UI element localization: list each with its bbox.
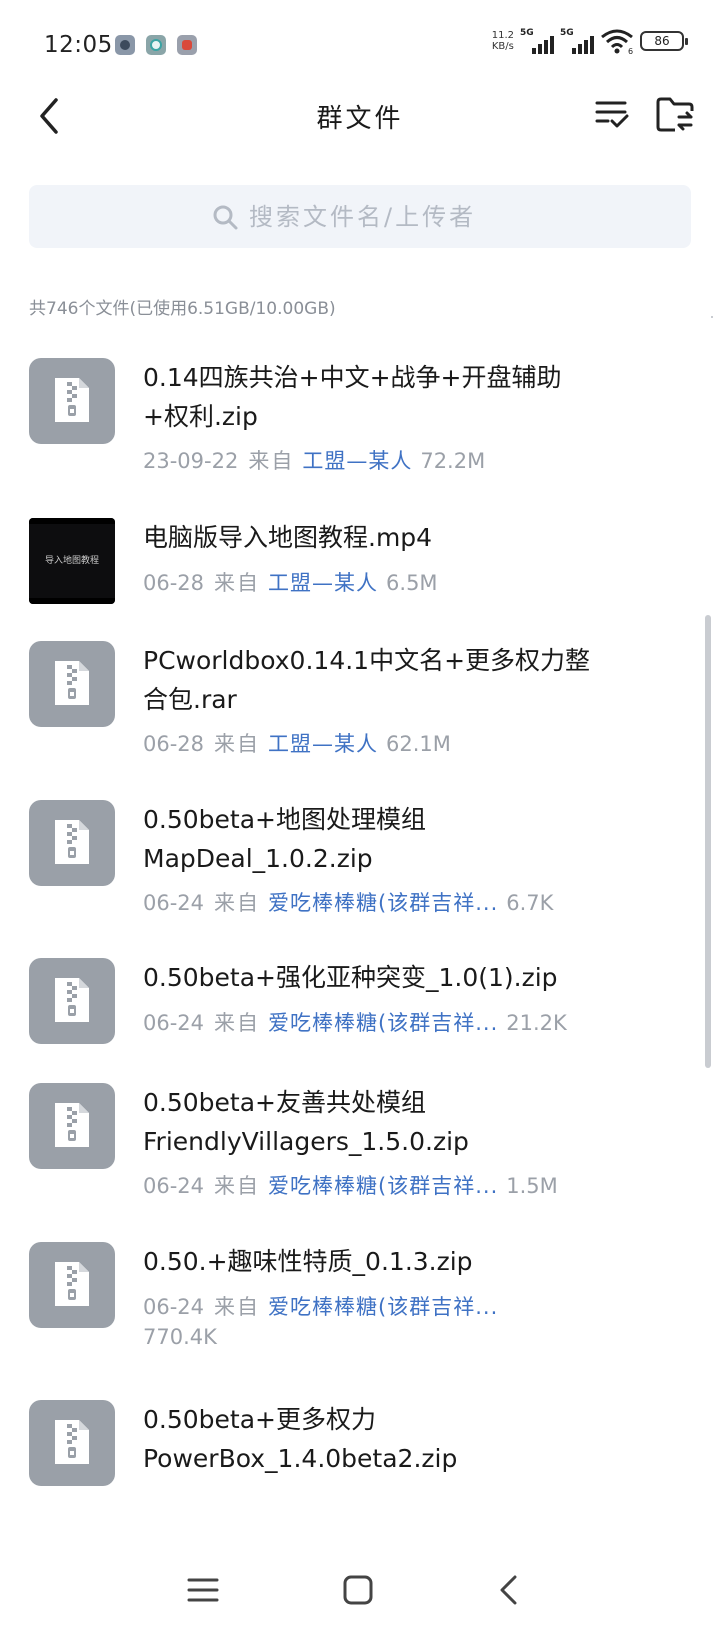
home-square-icon[interactable] <box>338 1570 378 1610</box>
file-size: 770.4K <box>143 1325 217 1349</box>
menu-icon[interactable] <box>183 1570 223 1610</box>
file-list-item[interactable]: 导入地图教程 电脑版导入地图教程.mp4 06-28 来自 工盟—某人 6.5M <box>0 506 700 616</box>
uploader-link[interactable]: 爱吃棒棒糖(该群吉祥... <box>268 1011 498 1035</box>
search-bar[interactable] <box>29 185 691 248</box>
notification-app-icon <box>177 35 197 55</box>
uploader-link[interactable]: 工盟—某人 <box>268 732 378 756</box>
search-input[interactable] <box>249 202 509 231</box>
net-speed: 11.2 KB/s <box>491 30 514 52</box>
file-name: 0.50beta+强化亚种突变_1.0(1).zip <box>143 963 558 992</box>
status-time: 12:05 <box>44 32 113 58</box>
file-name: 0.14四族共治+中文+战争+开盘辅助+权利.zip <box>143 363 562 431</box>
zip-file-icon <box>29 800 115 886</box>
file-name: 0.50beta+地图处理模组MapDeal_1.0.2.zip <box>143 805 426 873</box>
back-triangle-icon[interactable] <box>490 1570 530 1610</box>
file-meta: 06-24 来自 爱吃棒棒糖(该群吉祥... 6.7K <box>143 891 554 915</box>
header: 群文件 <box>0 80 720 160</box>
notification-app-icon <box>146 35 166 55</box>
file-meta: 06-28 来自 工盟—某人 62.1M <box>143 732 451 756</box>
file-name: 电脑版导入地图教程.mp4 <box>143 523 433 552</box>
zip-file-icon <box>29 1083 115 1169</box>
zip-file-icon <box>29 641 115 727</box>
wifi-icon: 6 <box>601 29 633 54</box>
file-list-item[interactable]: 0.50beta+强化亚种突变_1.0(1).zip 06-24 来自 爱吃棒棒糖(… <box>0 946 700 1061</box>
cellular-signal-icon: 5G <box>560 28 594 54</box>
list-check-icon[interactable] <box>594 96 630 132</box>
file-list-item[interactable]: PCworldbox0.14.1中文名+更多权力整合包.rar 06-28 来自工… <box>0 629 700 779</box>
notification-icons <box>115 35 197 55</box>
status-bar: 12:05 11.2 KB/s 5G 5G 6 86 <box>0 0 720 92</box>
file-list-item[interactable]: 0.50beta+更多权力PowerBox_1.4.0beta2.zip <box>0 1388 700 1538</box>
file-name: 0.50beta+更多权力PowerBox_1.4.0beta2.zip <box>143 1405 458 1473</box>
file-meta: 06-28 来自 工盟—某人 6.5M <box>143 571 438 595</box>
uploader-link[interactable]: 爱吃棒棒糖(该群吉祥... <box>268 1295 498 1319</box>
folder-transfer-icon[interactable] <box>655 94 695 134</box>
cellular-signal-icon: 5G <box>520 28 554 54</box>
file-meta: 23-09-22 来自 工盟—某人 72.2M <box>143 449 486 473</box>
file-meta: 06-24 来自 爱吃棒棒糖(该群吉祥... 21.2K <box>143 1011 567 1035</box>
uploader-link[interactable]: 爱吃棒棒糖(该群吉祥... <box>268 1174 498 1198</box>
uploader-link[interactable]: 工盟—某人 <box>268 571 378 595</box>
svg-text:6: 6 <box>628 47 633 54</box>
file-meta: 06-24 来自 爱吃棒棒糖(该群吉祥... 1.5M <box>143 1174 558 1198</box>
uploader-link[interactable]: 工盟—某人 <box>302 449 412 473</box>
zip-file-icon <box>29 958 115 1044</box>
zip-file-icon <box>29 358 115 444</box>
uploader-link[interactable]: 爱吃棒棒糖(该群吉祥... <box>268 891 498 915</box>
file-name: 0.50beta+友善共处模组FriendlyVillagers_1.5.0.z… <box>143 1088 469 1156</box>
status-right: 11.2 KB/s 5G 5G 6 86 <box>491 28 688 54</box>
file-name: 0.50.+趣味性特质_0.1.3.zip <box>143 1247 473 1276</box>
scroll-indicator-dot <box>711 316 713 318</box>
storage-summary: 共746个文件(已使用6.51GB/10.00GB) <box>29 299 336 319</box>
file-list-item[interactable]: 0.50.+趣味性特质_0.1.3.zip 06-24 来自 爱吃棒棒糖(该群吉祥.… <box>0 1230 700 1380</box>
search-icon <box>213 205 238 229</box>
notification-app-icon <box>115 35 135 55</box>
battery-icon: 86 <box>640 31 688 51</box>
file-name: PCworldbox0.14.1中文名+更多权力整合包.rar <box>143 646 591 714</box>
file-list-item[interactable]: 0.50beta+友善共处模组FriendlyVillagers_1.5.0.z… <box>0 1071 700 1221</box>
file-meta: 06-24 来自 爱吃棒棒糖(该群吉祥... <box>143 1295 499 1319</box>
scrollbar[interactable] <box>705 615 711 1068</box>
file-list-item[interactable]: 0.14四族共治+中文+战争+开盘辅助+权利.zip 23-09-22 来自 工盟—… <box>0 346 700 496</box>
zip-file-icon <box>29 1242 115 1328</box>
file-list-item[interactable]: 0.50beta+地图处理模组MapDeal_1.0.2.zip 06-24 来自… <box>0 788 700 938</box>
zip-file-icon <box>29 1400 115 1486</box>
video-thumbnail: 导入地图教程 <box>29 518 115 604</box>
